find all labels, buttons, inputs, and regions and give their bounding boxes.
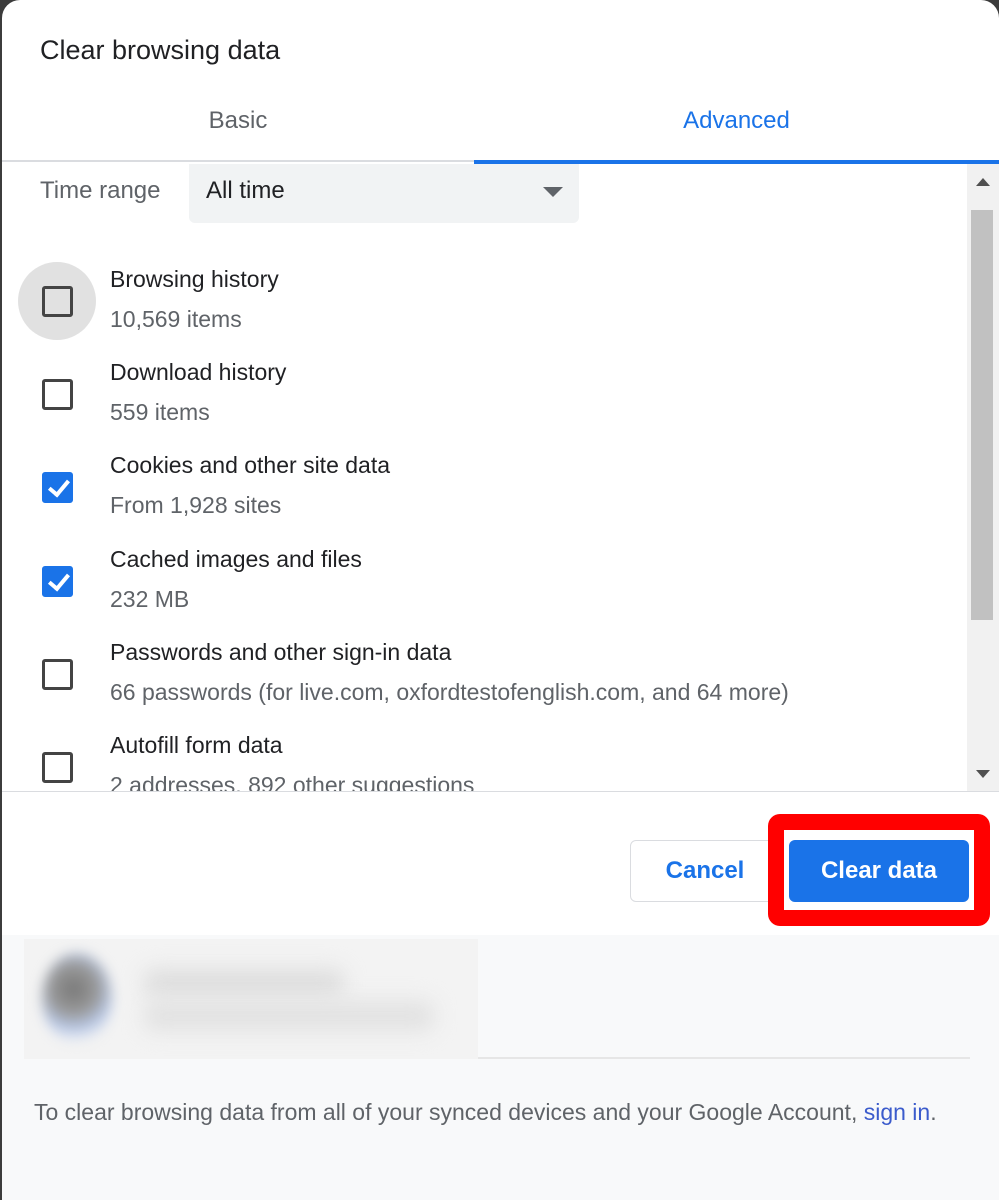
tab-advanced[interactable]: Advanced <box>474 92 999 164</box>
avatar <box>42 953 112 1043</box>
sync-footer: To clear browsing data from all of your … <box>2 935 999 1200</box>
checkbox-autofill[interactable] <box>42 752 73 783</box>
option-detail: 10,569 items <box>110 306 242 332</box>
option-autofill[interactable]: Autofill form data 2 addresses, 892 othe… <box>2 728 962 792</box>
cancel-button[interactable]: Cancel <box>630 840 780 902</box>
divider <box>478 1057 970 1059</box>
checkbox-passwords[interactable] <box>42 659 73 690</box>
time-range-value: All time <box>206 177 285 204</box>
scrollbar-thumb[interactable] <box>971 210 993 620</box>
checkbox-cookies[interactable] <box>42 472 73 503</box>
dropdown-arrow-icon <box>543 187 563 197</box>
scroll-up-arrow-icon[interactable] <box>976 178 990 186</box>
option-passwords[interactable]: Passwords and other sign-in data 66 pass… <box>2 635 962 728</box>
checkbox-browsing-history[interactable] <box>42 286 73 317</box>
scrollbar[interactable] <box>967 164 999 791</box>
account-name-blurred <box>144 969 344 997</box>
option-detail: 232 MB <box>110 586 190 612</box>
option-cookies[interactable]: Cookies and other site data From 1,928 s… <box>2 448 962 541</box>
option-label: Autofill form data <box>110 732 283 758</box>
checkbox-cached-images[interactable] <box>42 566 73 597</box>
clear-browsing-data-dialog: Clear browsing data Basic Advanced Time … <box>2 0 999 1200</box>
option-label: Cached images and files <box>110 546 362 572</box>
time-range-select[interactable]: All time <box>189 164 579 223</box>
sign-in-link[interactable]: sign in <box>864 1099 930 1125</box>
option-download-history[interactable]: Download history 559 items <box>2 355 962 448</box>
checkbox-download-history[interactable] <box>42 379 73 410</box>
option-detail: 66 passwords (for live.com, oxfordtestof… <box>110 679 789 705</box>
dialog-title: Clear browsing data <box>40 35 281 65</box>
account-email-blurred <box>144 1001 434 1031</box>
account-info-blurred <box>24 939 478 1059</box>
option-label: Download history <box>110 359 287 385</box>
scroll-down-arrow-icon[interactable] <box>976 770 990 778</box>
clear-data-button[interactable]: Clear data <box>789 840 969 902</box>
sync-info-text: To clear browsing data from all of your … <box>34 1093 964 1132</box>
sync-info-message: To clear browsing data from all of your … <box>34 1099 864 1125</box>
tab-basic[interactable]: Basic <box>2 92 474 162</box>
option-detail: From 1,928 sites <box>110 492 282 518</box>
option-detail: 559 items <box>110 399 210 425</box>
option-label: Browsing history <box>110 266 279 292</box>
option-label: Passwords and other sign-in data <box>110 639 452 665</box>
option-detail: 2 addresses, 892 other suggestions <box>110 772 475 792</box>
option-label: Cookies and other site data <box>110 452 391 478</box>
option-browsing-history[interactable]: Browsing history 10,569 items <box>2 262 962 355</box>
sync-info-suffix: . <box>930 1099 937 1125</box>
time-range-label: Time range <box>40 177 161 204</box>
options-scroll-area: Time range All time Browsing history 10,… <box>2 164 999 792</box>
option-cached-images[interactable]: Cached images and files 232 MB <box>2 542 962 635</box>
tab-bar: Basic Advanced <box>2 92 999 164</box>
